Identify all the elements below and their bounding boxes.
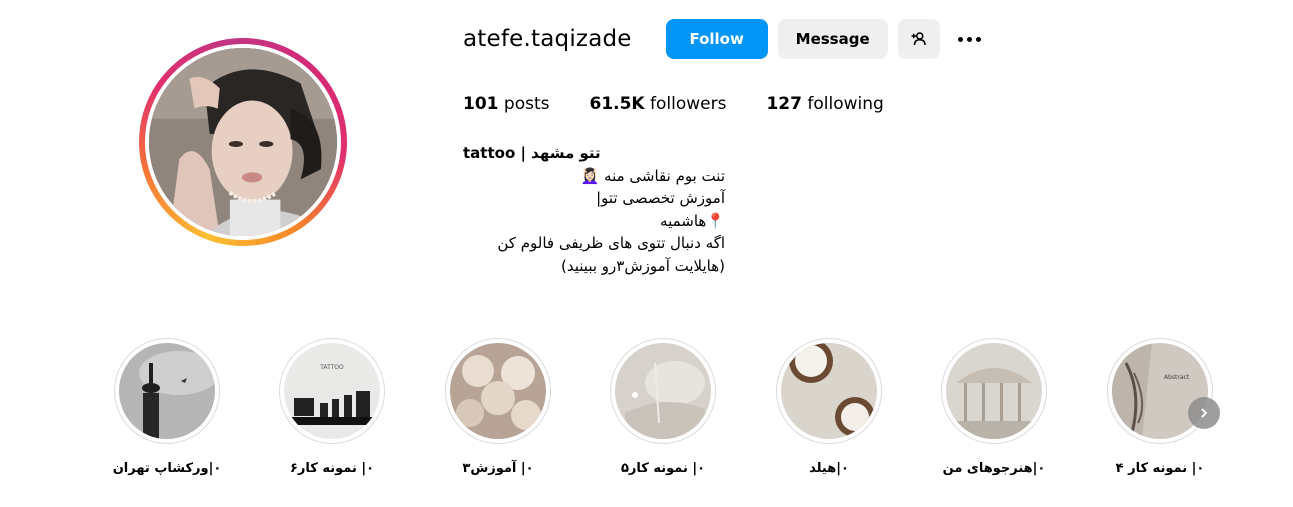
- more-options-button[interactable]: [954, 19, 986, 59]
- highlight-cover: [776, 338, 882, 444]
- more-icon-dot: [967, 36, 973, 42]
- username: atefe.taqizade: [463, 26, 632, 52]
- highlight-label: ۰| نمونه کار۵: [620, 461, 706, 476]
- bio-line: 📍هاشمیه: [660, 211, 725, 230]
- followers-label: followers: [650, 94, 727, 114]
- highlight-item[interactable]: ۰| نمونه کار۵: [583, 338, 743, 476]
- highlight-cover: [114, 338, 220, 444]
- profile-stats: 101 posts 61.5K followers 127 following: [463, 94, 924, 114]
- posts-label: posts: [503, 94, 550, 114]
- tattoo-sign-text: TATTOO: [319, 364, 344, 371]
- following-count: 127: [766, 94, 802, 114]
- chevron-right-icon: [1201, 408, 1208, 418]
- highlight-image: [450, 343, 546, 439]
- highlight-cover: Abstract: [1107, 338, 1213, 444]
- followers-count: 61.5K: [589, 94, 645, 114]
- highlight-label: ۰|ورکشاپ تهران: [112, 461, 222, 476]
- bio-name: tattoo | تتو مشهد: [463, 144, 601, 162]
- avatar-illustration: [149, 48, 337, 236]
- avatar-border: [145, 44, 341, 240]
- highlight-item[interactable]: ۰|هیلد: [749, 338, 909, 476]
- abstract-sign-text: Abstract: [1164, 374, 1190, 381]
- highlight-label: ۰|هیلد: [809, 461, 849, 476]
- bio-line: تنت بوم نقاشی منه 💆🏻‍♀️: [580, 166, 725, 185]
- followers-stat[interactable]: 61.5K followers: [589, 94, 726, 114]
- avatar-photo: [149, 48, 337, 236]
- highlight-label: ۰|هنرجوهای من: [942, 461, 1046, 476]
- following-label: following: [807, 94, 884, 114]
- bio-line: (هایلایت آموزش۳رو ببینید): [561, 256, 725, 275]
- highlight-image: [615, 343, 711, 439]
- highlight-item[interactable]: TATTOO ۰| نمونه کار۶: [252, 338, 412, 476]
- follow-button[interactable]: Follow: [665, 19, 768, 59]
- highlight-cover: TATTOO: [279, 338, 385, 444]
- posts-stat: 101 posts: [463, 94, 549, 114]
- highlight-item[interactable]: ۰| آموزش۳: [418, 338, 578, 476]
- add-user-button[interactable]: [897, 19, 940, 59]
- more-icon-dot: [976, 36, 982, 42]
- highlight-image: [119, 343, 215, 439]
- following-stat[interactable]: 127 following: [766, 94, 883, 114]
- add-user-icon: [911, 32, 926, 46]
- highlight-image: [781, 343, 877, 439]
- posts-count: 101: [463, 94, 499, 114]
- bio-line: اگه دنبال تتوی های ظریفی فالوم کن: [497, 234, 725, 252]
- highlight-cover: [941, 338, 1047, 444]
- profile-header: atefe.taqizade Follow Message: [463, 18, 986, 60]
- message-button[interactable]: Message: [777, 19, 888, 59]
- highlight-image: [946, 343, 1042, 439]
- highlight-image: TATTOO: [284, 343, 380, 439]
- highlight-cover: [610, 338, 716, 444]
- highlight-label: ۰| آموزش۳: [462, 461, 534, 476]
- profile-avatar[interactable]: [139, 38, 347, 246]
- highlight-item[interactable]: ۰|هنرجوهای من: [914, 338, 1074, 476]
- profile-bio: tattoo | تتو مشهد تنت بوم نقاشی منه 💆🏻‍♀…: [463, 142, 725, 277]
- bio-line: آموزش تخصصی تتو|: [596, 189, 725, 207]
- highlight-label: ۰| نمونه کار ۴: [1115, 461, 1205, 476]
- more-icon: [958, 36, 964, 42]
- highlight-cover: [445, 338, 551, 444]
- highlight-label: ۰| نمونه کار۶: [289, 461, 375, 476]
- highlight-item[interactable]: ۰|ورکشاپ تهران: [87, 338, 247, 476]
- highlights-next-button[interactable]: [1188, 397, 1220, 429]
